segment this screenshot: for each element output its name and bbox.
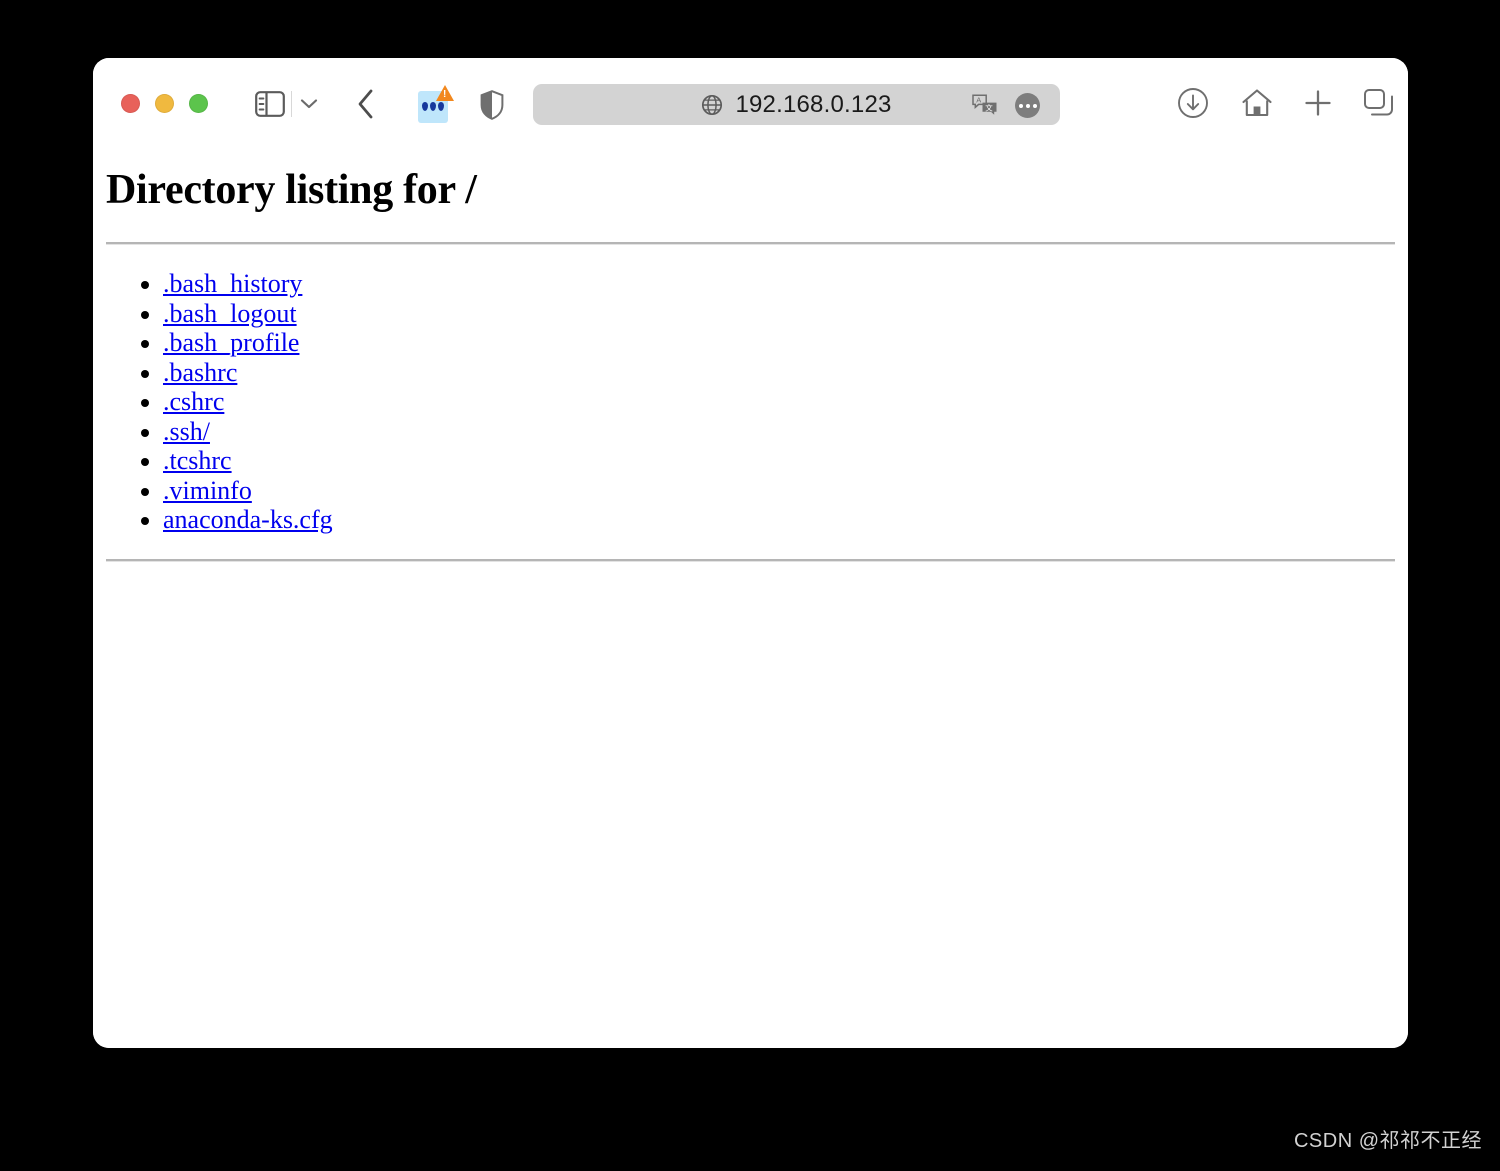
warning-triangle-icon — [436, 84, 454, 101]
minimize-window-button[interactable] — [155, 94, 174, 113]
new-tab-button[interactable] — [1301, 86, 1335, 120]
list-item: .ssh/ — [163, 417, 1395, 447]
close-window-button[interactable] — [121, 94, 140, 113]
chevron-down-glyph — [300, 99, 318, 109]
page-content: Directory listing for / .bash_history.ba… — [93, 166, 1408, 1048]
directory-entry-link[interactable]: anaconda-ks.cfg — [163, 505, 333, 534]
privacy-shield-button[interactable] — [478, 88, 506, 122]
list-item: .bashrc — [163, 358, 1395, 388]
extension-dot — [438, 102, 444, 111]
tabs-icon — [1364, 89, 1393, 116]
translate-icon[interactable]: A 文 — [972, 93, 998, 117]
address-bar[interactable]: 192.168.0.123 A 文 — [533, 84, 1060, 125]
toolbar-divider — [291, 91, 292, 117]
address-bar-content: 192.168.0.123 — [701, 91, 891, 119]
directory-entry-link[interactable]: .bash_history — [163, 269, 302, 298]
directory-entry-link[interactable]: .cshrc — [163, 387, 224, 416]
watermark: CSDN @祁祁不正经 — [1293, 1130, 1482, 1152]
home-button[interactable] — [1240, 86, 1274, 120]
directory-entry-link[interactable]: .viminfo — [163, 476, 252, 505]
svg-text:文: 文 — [985, 102, 993, 112]
maximize-window-button[interactable] — [189, 94, 208, 113]
svg-text:A: A — [976, 96, 981, 105]
ellipsis-dot — [1018, 103, 1023, 108]
directory-listing: .bash_history.bash_logout.bash_profile.b… — [106, 269, 1395, 535]
tab-overview-button[interactable] — [1362, 86, 1396, 120]
list-item: .cshrc — [163, 387, 1395, 417]
window-controls — [121, 94, 208, 113]
chevron-left-icon — [358, 89, 373, 119]
list-item: .bash_logout — [163, 299, 1395, 329]
sidebar-toggle-icon[interactable] — [253, 88, 287, 120]
shield-icon — [480, 90, 504, 120]
top-divider — [106, 242, 1395, 245]
page-menu-button[interactable] — [1015, 93, 1040, 118]
directory-entry-link[interactable]: .bash_logout — [163, 299, 297, 328]
globe-icon — [702, 94, 723, 115]
list-item: anaconda-ks.cfg — [163, 505, 1395, 535]
browser-window: 192.168.0.123 A 文 — [93, 58, 1408, 1048]
extension-dot — [430, 102, 436, 111]
directory-entry-link[interactable]: .ssh/ — [163, 417, 210, 446]
address-bar-url: 192.168.0.123 — [735, 90, 892, 118]
page-title: Directory listing for / — [106, 167, 477, 213]
ellipsis-dot — [1025, 103, 1030, 108]
chevron-down-icon[interactable] — [298, 90, 320, 118]
home-icon — [1242, 89, 1272, 117]
back-button[interactable] — [351, 86, 381, 122]
directory-entry-link[interactable]: .bash_profile — [163, 328, 299, 357]
directory-entry-link[interactable]: .bashrc — [163, 358, 237, 387]
translate-glyph: A 文 — [972, 94, 997, 115]
list-item: .tcshrc — [163, 446, 1395, 476]
download-icon — [1178, 88, 1208, 118]
extension-dot — [422, 102, 428, 111]
extension-button[interactable] — [413, 84, 457, 124]
downloads-button[interactable] — [1176, 86, 1210, 120]
directory-entry-link[interactable]: .tcshrc — [163, 446, 232, 475]
ellipsis-dot — [1032, 103, 1037, 108]
list-item: .bash_history — [163, 269, 1395, 299]
extension-icon — [418, 84, 454, 123]
list-item: .viminfo — [163, 476, 1395, 506]
list-item: .bash_profile — [163, 328, 1395, 358]
sidebar-icon — [255, 91, 285, 117]
plus-icon — [1305, 90, 1331, 116]
bottom-divider — [106, 558, 1395, 562]
browser-toolbar: 192.168.0.123 A 文 — [93, 58, 1408, 146]
